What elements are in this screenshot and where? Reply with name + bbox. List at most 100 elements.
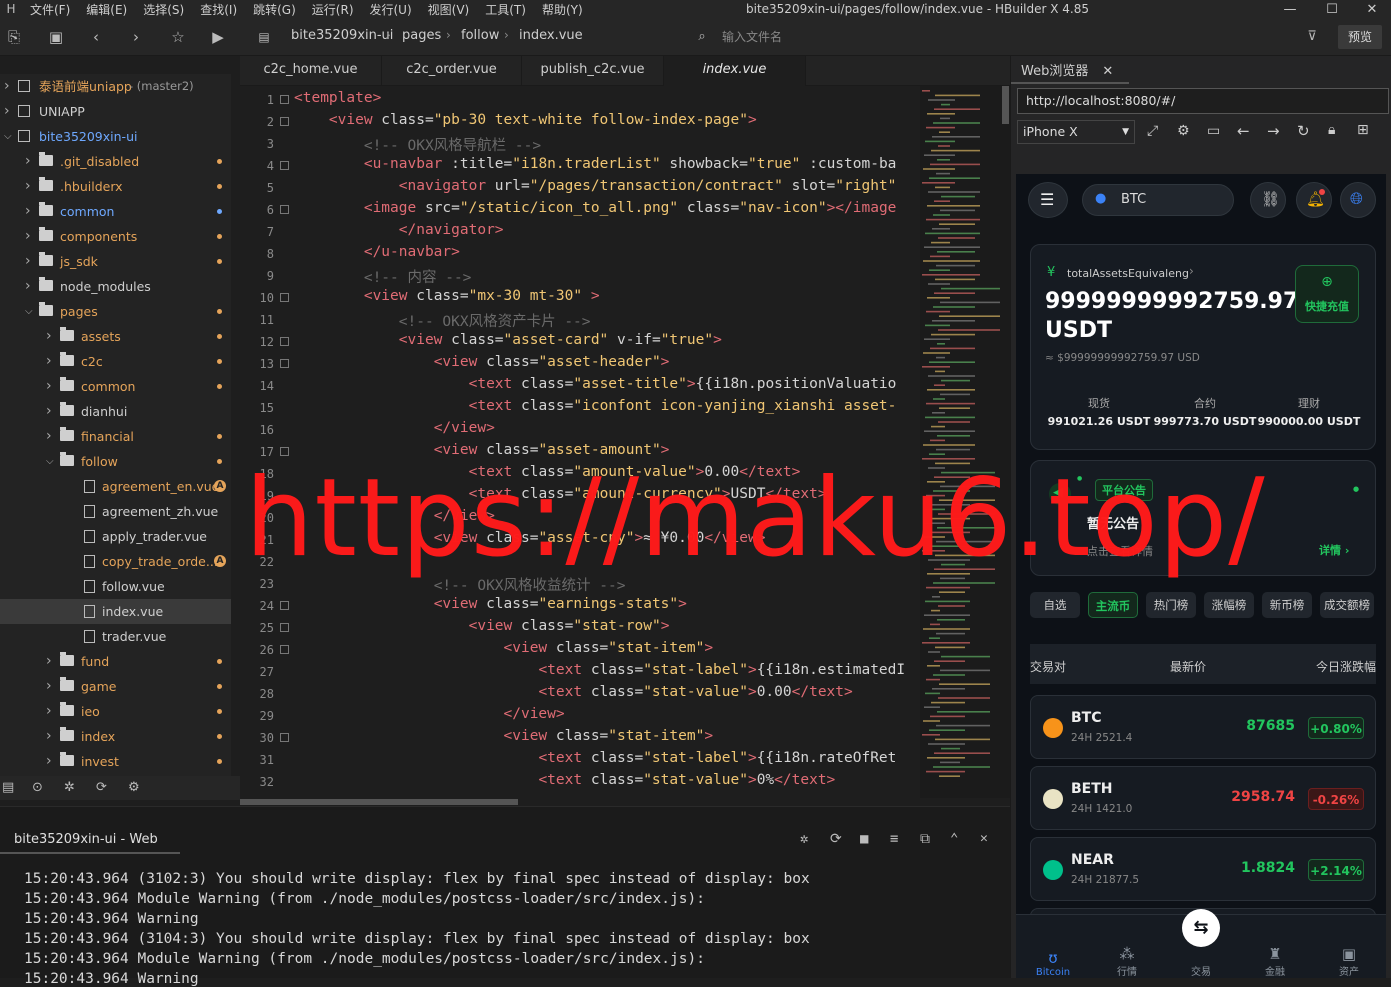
refresh-icon[interactable]: ↻: [1297, 122, 1310, 140]
tab-index-vue[interactable]: index.vue: [664, 56, 806, 86]
console-title[interactable]: bite35209xin-ui - Web: [14, 832, 158, 847]
fold-icon[interactable]: [280, 161, 289, 170]
code-line[interactable]: <text class="stat-label">{{i18n.rateOfRe…: [294, 750, 896, 766]
tab-publish-c2c[interactable]: publish_c2c.vue: [522, 56, 664, 86]
code-line[interactable]: <text class="stat-value">0%</text>: [294, 772, 835, 788]
device-select[interactable]: iPhone X ▼: [1017, 120, 1135, 144]
maximize-icon[interactable]: ☐: [1312, 0, 1352, 18]
tree-item[interactable]: › fund: [0, 649, 231, 674]
tree-item[interactable]: › node_modules: [0, 274, 231, 299]
tree-item[interactable]: › index: [0, 724, 231, 749]
coin-row[interactable]: BTC 24H 2521.4 87685 +0.80%: [1030, 695, 1376, 759]
quick-recharge-button[interactable]: ⊕ 快捷充值: [1295, 265, 1359, 323]
chevron-right-icon[interactable]: ›: [4, 99, 10, 124]
market-tab[interactable]: 涨幅榜: [1204, 592, 1254, 618]
breadcrumb-pages[interactable]: pages: [402, 28, 441, 43]
tree-item[interactable]: › .hbuilderx: [0, 174, 231, 199]
app-search-bar[interactable]: ● BTC: [1082, 184, 1234, 216]
tree-item[interactable]: › invest: [0, 749, 231, 774]
menu-item[interactable]: 发行(U): [362, 1, 420, 18]
plugin-icon[interactable]: ⚙: [128, 780, 140, 795]
market-tab[interactable]: 新币榜: [1262, 592, 1312, 618]
minimize-icon[interactable]: —: [1270, 0, 1310, 18]
chevron-right-icon[interactable]: ›: [46, 399, 52, 424]
tree-item[interactable]: › js_sdk: [0, 249, 231, 274]
bug-icon[interactable]: ✲: [800, 831, 808, 847]
code-line[interactable]: <view class="stat-row">: [294, 618, 670, 634]
breadcrumb-follow[interactable]: follow: [461, 28, 499, 43]
nav-bitcoin[interactable]: ʊ Bitcoin: [1016, 949, 1090, 978]
tree-item[interactable]: › financial: [0, 424, 231, 449]
menu-item[interactable]: 视图(V): [420, 1, 478, 18]
tree-item[interactable]: index.vue: [0, 599, 231, 624]
tree-item[interactable]: › assets: [0, 324, 231, 349]
fold-icon[interactable]: [280, 95, 289, 104]
tree-item[interactable]: › 泰语前端uniapp - (master2): [0, 74, 231, 99]
lock-icon[interactable]: 🔒︎: [1328, 122, 1335, 138]
nav-assets[interactable]: ▣ 资产: [1312, 945, 1386, 978]
browser-tab[interactable]: Web浏览器 ✕: [1021, 60, 1113, 79]
chevron-down-icon[interactable]: ⌵: [46, 449, 54, 474]
code-line[interactable]: <view class="pb-30 text-white follow-ind…: [294, 112, 757, 128]
breadcrumb-project[interactable]: bite35209xin-ui: [291, 28, 393, 43]
tree-item[interactable]: agreement_zh.vue: [0, 499, 231, 524]
code-line[interactable]: </u-navbar>: [294, 244, 460, 260]
horizontal-scrollbar[interactable]: [240, 798, 1010, 806]
console-icon[interactable]: ▭: [1207, 123, 1220, 139]
new-file-icon[interactable]: ⎘: [4, 27, 24, 47]
code-line[interactable]: </view>: [294, 706, 565, 722]
menu-item[interactable]: 查找(I): [192, 1, 245, 18]
code-line[interactable]: </navigator>: [294, 222, 504, 238]
back-icon[interactable]: ‹: [86, 27, 106, 47]
code-line[interactable]: <view class="mx-30 mt-30" >: [294, 288, 600, 304]
tree-item[interactable]: ⌵ pages: [0, 299, 231, 324]
chevron-right-icon[interactable]: ›: [25, 249, 31, 274]
forward-arrow-icon[interactable]: →: [1267, 122, 1280, 140]
code-line[interactable]: <u-navbar :title="i18n.traderList" showb…: [294, 156, 897, 172]
binoculars-icon[interactable]: ⊙: [32, 780, 43, 795]
chevron-right-icon[interactable]: ›: [25, 149, 31, 174]
chevron-right-icon[interactable]: ›: [46, 374, 52, 399]
menu-item[interactable]: 运行(R): [304, 1, 362, 18]
chevron-right-icon[interactable]: ›: [25, 174, 31, 199]
code-line[interactable]: <view class="stat-item">: [294, 640, 714, 656]
settings-icon[interactable]: ⚙: [1177, 123, 1190, 139]
grid-icon[interactable]: ⊞: [1357, 122, 1369, 138]
coin-row[interactable]: BETH 24H 1421.0 2958.74 -0.26%: [1030, 766, 1376, 830]
code-line[interactable]: <image src="/static/icon_to_all.png" cla…: [294, 200, 897, 216]
tree-item[interactable]: ⌵ bite35209xin-ui: [0, 124, 231, 149]
code-line[interactable]: <view class="asset-header">: [294, 354, 670, 370]
chevron-right-icon[interactable]: ›: [25, 199, 31, 224]
tree-item[interactable]: apply_trader.vue: [0, 524, 231, 549]
screenshot-icon[interactable]: ⤢: [1147, 123, 1158, 139]
fold-icon[interactable]: [280, 623, 289, 632]
market-tab[interactable]: 主流币: [1088, 592, 1138, 618]
chevron-down-icon[interactable]: ⌵: [4, 124, 12, 149]
link-button[interactable]: ⛓: [1250, 182, 1286, 218]
tree-item[interactable]: › components: [0, 224, 231, 249]
chevron-right-icon[interactable]: ›: [1189, 264, 1194, 278]
url-bar[interactable]: http://localhost:8080/#/: [1017, 88, 1389, 114]
chevron-down-icon[interactable]: ⌵: [25, 299, 33, 324]
fold-icon[interactable]: [280, 293, 289, 302]
chevron-right-icon[interactable]: ›: [46, 749, 52, 774]
menu-item[interactable]: 跳转(G): [245, 1, 304, 18]
code-line[interactable]: <!-- OKX风格资产卡片 -->: [294, 310, 591, 331]
nav-trade[interactable]: ⇆ 交易: [1164, 909, 1238, 978]
code-editor[interactable]: 1 <template> 2 <view class="pb-30 text-whi…: [240, 86, 920, 798]
fold-icon[interactable]: [280, 601, 289, 610]
menu-button[interactable]: ☰: [1028, 182, 1068, 218]
coin-row[interactable]: NEAR 24H 21877.5 1.8824 +2.14%: [1030, 837, 1376, 901]
tree-item[interactable]: › ieo: [0, 699, 231, 724]
close-window-icon[interactable]: ✕: [1352, 0, 1391, 18]
market-tab[interactable]: 自选: [1030, 592, 1080, 618]
close-tab-icon[interactable]: ✕: [1102, 64, 1113, 79]
code-line[interactable]: <view class="asset-card" v-if="true">: [294, 332, 722, 348]
menu-item[interactable]: 文件(F): [22, 1, 78, 18]
code-line[interactable]: <view class="earnings-stats">: [294, 596, 687, 612]
code-line[interactable]: <text class="asset-title">{{i18n.positio…: [294, 376, 897, 392]
chevron-right-icon[interactable]: ›: [46, 324, 52, 349]
nav-market[interactable]: ⁂ 行情: [1090, 945, 1164, 978]
menu-item[interactable]: 编辑(E): [78, 1, 135, 18]
tree-item[interactable]: › UNIAPP: [0, 99, 231, 124]
